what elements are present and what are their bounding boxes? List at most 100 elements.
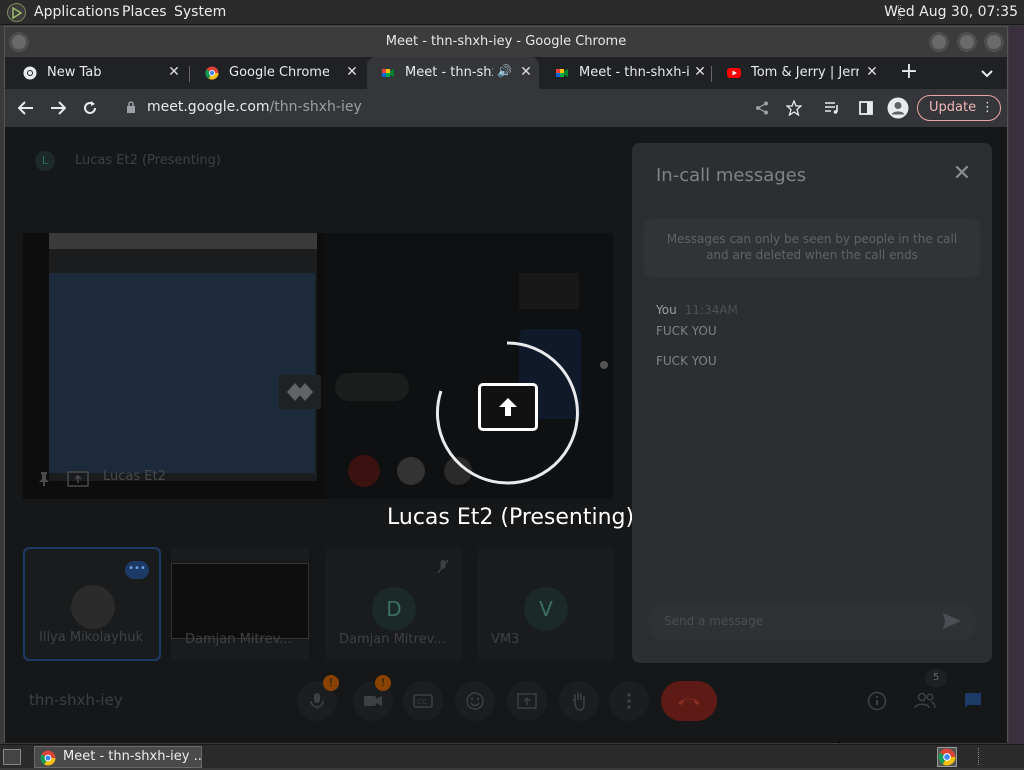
chat-button[interactable] bbox=[957, 685, 989, 717]
chat-message: FUCK YOU bbox=[656, 324, 717, 338]
side-panel-button[interactable] bbox=[853, 95, 879, 121]
participant-screen-preview bbox=[171, 563, 309, 639]
menu-system[interactable]: System bbox=[174, 4, 226, 20]
send-icon[interactable] bbox=[942, 612, 962, 630]
chevron-down-icon bbox=[981, 70, 993, 78]
close-tab-icon[interactable]: ✕ bbox=[343, 63, 361, 81]
new-tab-button[interactable]: + bbox=[897, 61, 921, 85]
workspace-switcher[interactable] bbox=[937, 747, 957, 767]
playlist-icon bbox=[825, 102, 838, 114]
message-header: You 11:34AM bbox=[656, 303, 738, 317]
taskbar-window-label: Meet - thn-shxh-iey ... bbox=[63, 749, 202, 764]
in-call-messages-panel: In-call messages ✕ Messages can only be … bbox=[632, 143, 992, 663]
presenting-label: Lucas Et2 (Presenting) bbox=[387, 505, 635, 530]
media-controls-button[interactable] bbox=[819, 95, 845, 121]
clock[interactable]: Wed Aug 30, 07:35 bbox=[884, 4, 1018, 20]
close-tab-icon[interactable]: ✕ bbox=[165, 63, 183, 81]
panel-title: In-call messages bbox=[656, 165, 807, 186]
emoji-icon bbox=[466, 692, 484, 710]
url-path: /thn-shxh-iey bbox=[269, 99, 362, 115]
tab-search-button[interactable] bbox=[977, 63, 997, 83]
people-button[interactable] bbox=[909, 685, 941, 717]
pin-icon[interactable] bbox=[37, 471, 51, 487]
participant-name: Illya Mikolayhuk bbox=[39, 630, 143, 645]
bookmark-button[interactable] bbox=[781, 95, 807, 121]
meeting-details-button[interactable] bbox=[861, 685, 893, 717]
message-time: 11:34AM bbox=[684, 303, 738, 317]
forward-arrow-icon bbox=[51, 101, 66, 115]
maximize-button[interactable] bbox=[957, 32, 977, 52]
people-icon bbox=[914, 692, 936, 709]
presentation-label: Lucas Et2 bbox=[103, 469, 166, 484]
more-options-button[interactable] bbox=[609, 681, 649, 721]
present-icon bbox=[67, 471, 89, 487]
chrome-icon bbox=[40, 750, 56, 766]
menu-applications[interactable]: Applications bbox=[34, 4, 120, 20]
raise-hand-button[interactable] bbox=[559, 681, 599, 721]
tab-separator bbox=[711, 66, 712, 82]
close-panel-icon[interactable]: ✕ bbox=[950, 163, 974, 187]
tab-new-tab[interactable]: New Tab ✕ bbox=[9, 57, 185, 89]
tab-label: Google Chrome - D bbox=[229, 65, 329, 80]
mouse-cursor-icon bbox=[838, 741, 841, 743]
camera-icon bbox=[364, 696, 382, 706]
distro-logo-icon[interactable] bbox=[7, 3, 26, 22]
more-vert-icon: ⋮ bbox=[981, 100, 994, 115]
tab-separator bbox=[189, 66, 190, 82]
tab-label: Tom & Jerry | Jerry bbox=[751, 65, 859, 80]
tab-google-chrome[interactable]: Google Chrome - D ✕ bbox=[191, 57, 363, 89]
shared-screen-window bbox=[49, 273, 315, 473]
close-tab-icon[interactable]: ✕ bbox=[517, 63, 535, 81]
chat-notice: Messages can only be seen by people in t… bbox=[644, 219, 980, 277]
window-menu-button[interactable] bbox=[9, 32, 29, 52]
mic-icon bbox=[310, 693, 324, 709]
participant-name: Damjan Mitrev... bbox=[339, 632, 446, 647]
participant-avatar: V bbox=[524, 587, 568, 631]
screen-share-chevrons-icon bbox=[279, 375, 321, 409]
profile-button[interactable] bbox=[885, 95, 911, 121]
tab-meet-2[interactable]: Meet - thn-shxh-ie ✕ bbox=[541, 57, 713, 89]
minimize-button[interactable] bbox=[929, 32, 949, 52]
close-tab-icon[interactable]: ✕ bbox=[863, 63, 881, 81]
lock-icon[interactable] bbox=[126, 100, 136, 114]
participant-tile[interactable]: ••• Illya Mikolayhuk bbox=[23, 547, 161, 661]
more-options-icon[interactable]: ••• bbox=[125, 561, 149, 579]
menu-places[interactable]: Places bbox=[122, 4, 167, 20]
hang-up-icon bbox=[678, 698, 700, 705]
participant-tile[interactable]: V VM3 bbox=[477, 547, 615, 661]
update-label: Update bbox=[929, 100, 977, 115]
close-window-button[interactable] bbox=[984, 32, 1004, 52]
window-titlebar[interactable]: Meet - thn-shxh-iey - Google Chrome bbox=[5, 27, 1007, 57]
update-button[interactable]: Update ⋮ bbox=[917, 95, 1001, 121]
presenting-icon bbox=[478, 383, 538, 431]
tab-meet-active[interactable]: Meet - thn-shx 🔊 ✕ bbox=[367, 57, 539, 89]
message-input[interactable]: Send a message bbox=[648, 603, 976, 641]
emoji-button[interactable] bbox=[455, 681, 495, 721]
captions-button[interactable]: CC bbox=[403, 681, 443, 721]
share-icon bbox=[756, 101, 768, 115]
present-now-button[interactable] bbox=[507, 681, 547, 721]
show-desktop-icon[interactable] bbox=[3, 749, 21, 765]
back-button[interactable] bbox=[13, 95, 39, 121]
side-panel-icon bbox=[859, 101, 873, 115]
taskbar-window-item[interactable]: Meet - thn-shxh-iey ... bbox=[34, 746, 202, 768]
forward-button[interactable] bbox=[45, 95, 71, 121]
leave-call-button[interactable] bbox=[661, 681, 717, 721]
tab-youtube[interactable]: Tom & Jerry | Jerry ✕ bbox=[713, 57, 885, 89]
reload-icon bbox=[84, 101, 96, 114]
star-icon bbox=[786, 100, 802, 116]
system-top-bar: Applications Places System Wed Aug 30, 0… bbox=[0, 0, 1024, 25]
tab-label: Meet - thn-shx bbox=[405, 65, 493, 80]
participant-tile[interactable]: Damjan Mitrev... bbox=[171, 547, 309, 661]
meet-icon bbox=[382, 69, 394, 77]
address-bar[interactable]: meet.google.com/thn-shxh-iey bbox=[147, 99, 362, 115]
close-tab-icon[interactable]: ✕ bbox=[691, 63, 709, 81]
window-title: Meet - thn-shxh-iey - Google Chrome bbox=[385, 34, 627, 49]
chrome-icon bbox=[23, 66, 37, 80]
participant-tile[interactable]: D Damjan Mitrev... bbox=[325, 547, 463, 661]
reload-button[interactable] bbox=[77, 95, 103, 121]
message-input-placeholder: Send a message bbox=[664, 614, 764, 628]
participant-name: VM3 bbox=[491, 632, 520, 647]
share-button[interactable] bbox=[749, 95, 775, 121]
speaker-icon[interactable]: 🔊 bbox=[497, 64, 512, 78]
